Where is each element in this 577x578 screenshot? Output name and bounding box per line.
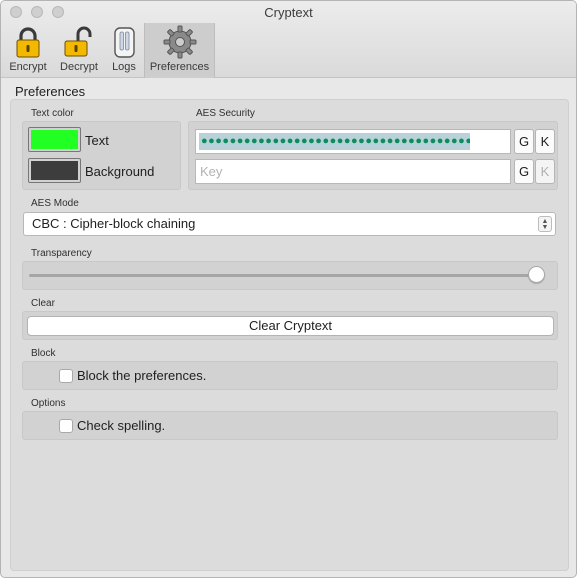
background-color-fill <box>31 161 78 180</box>
secret-generate-button[interactable]: G <box>514 129 534 154</box>
text-color-label: Text color <box>31 108 74 119</box>
app-window: Cryptext Encrypt Decrypt Logs Preference… <box>0 0 577 578</box>
secret-value: ●●●●●●●●●●●●●●●●●●●●●●●●●●●●●●●●●●●●●●●●… <box>199 133 470 150</box>
background-swatch-label: Background <box>85 164 155 179</box>
text-color-swatch[interactable] <box>28 127 81 152</box>
lock-open-icon <box>64 26 92 57</box>
toolbar-encrypt-label: Encrypt <box>9 61 47 73</box>
toolbar-logs[interactable]: Logs <box>105 23 143 78</box>
secret-keychain-button[interactable]: K <box>535 129 555 154</box>
aes-security-panel: ●●●●●●●●●●●●●●●●●●●●●●●●●●●●●●●●●●●●●●●●… <box>188 121 558 190</box>
toolbar-preferences[interactable]: Preferences <box>144 23 215 78</box>
transparency-track[interactable] <box>29 274 541 277</box>
lock-closed-icon <box>16 27 40 58</box>
check-spelling-label[interactable]: Check spelling. <box>77 418 165 433</box>
options-panel: Check spelling. <box>22 411 558 440</box>
clear-label: Clear <box>31 298 55 309</box>
window-title: Cryptext <box>264 5 313 20</box>
key-field[interactable] <box>195 159 511 184</box>
check-spelling-checkbox[interactable] <box>59 419 73 433</box>
clear-panel: Clear Cryptext <box>22 311 558 340</box>
preferences-box: Text color Text Background AES Security … <box>10 99 569 571</box>
options-label: Options <box>31 398 66 409</box>
block-preferences-checkbox[interactable] <box>59 369 73 383</box>
secret-field[interactable]: ●●●●●●●●●●●●●●●●●●●●●●●●●●●●●●●●●●●●●●●●… <box>195 129 511 154</box>
transparency-panel <box>22 261 558 290</box>
block-label: Block <box>31 348 56 359</box>
transparency-slider-knob[interactable] <box>528 266 545 283</box>
toolbar-preferences-label: Preferences <box>149 61 210 73</box>
aes-mode-select[interactable]: CBC : Cipher-block chaining ▲ ▼ <box>23 212 556 236</box>
transparency-label: Transparency <box>31 248 92 259</box>
key-generate-button[interactable]: G <box>514 159 534 184</box>
background-color-swatch[interactable] <box>28 158 81 183</box>
aes-security-label: AES Security <box>196 108 255 119</box>
clear-cryptext-button[interactable]: Clear Cryptext <box>27 316 554 336</box>
aes-mode-value: CBC : Cipher-block chaining <box>32 216 196 231</box>
preferences-title: Preferences <box>15 84 86 99</box>
block-panel: Block the preferences. <box>22 361 558 390</box>
text-swatch-label: Text <box>85 133 109 148</box>
toolbar-logs-label: Logs <box>112 61 136 73</box>
aes-mode-label: AES Mode <box>31 198 79 209</box>
logs-icon <box>114 27 135 58</box>
text-color-panel: Text Background <box>22 121 181 190</box>
toolbar-decrypt[interactable]: Decrypt <box>55 23 103 78</box>
toolbar-decrypt-label: Decrypt <box>60 61 98 73</box>
text-color-fill <box>31 130 78 149</box>
title-bar: Cryptext Encrypt Decrypt Logs Preference… <box>1 1 576 78</box>
updown-arrows-icon: ▲ ▼ <box>538 216 552 232</box>
gear-icon <box>163 25 196 59</box>
toolbar-encrypt[interactable]: Encrypt <box>4 23 52 78</box>
block-preferences-label[interactable]: Block the preferences. <box>77 368 206 383</box>
key-keychain-button[interactable]: K <box>535 159 555 184</box>
